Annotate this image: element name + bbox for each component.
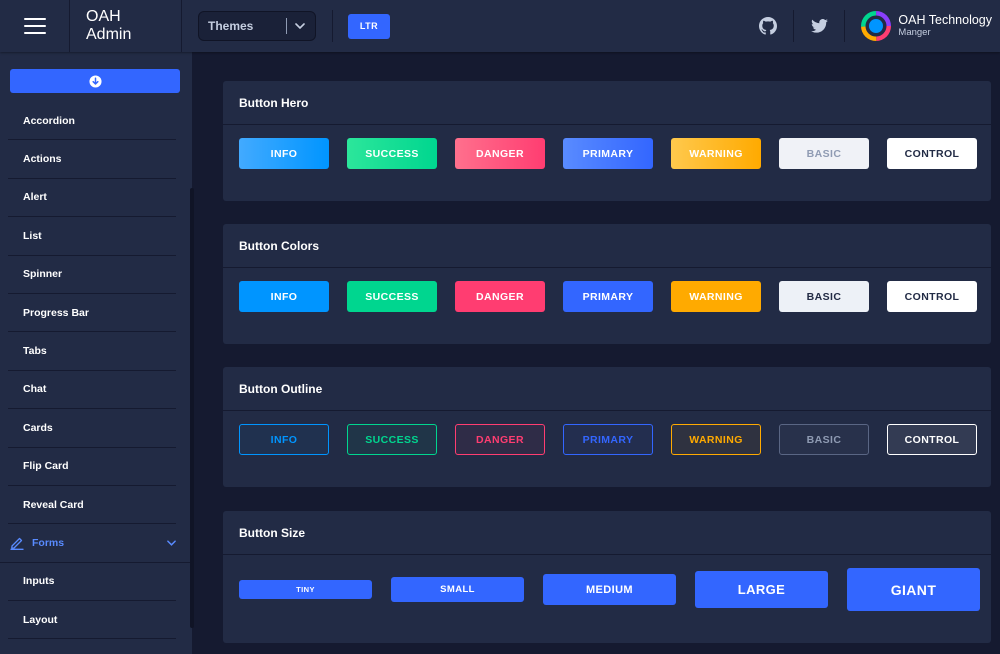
sidebar-item-inputs[interactable]: Inputs <box>8 563 176 602</box>
select-separator <box>286 18 287 34</box>
sidebar-item-alert[interactable]: Alert <box>8 179 176 218</box>
small-button[interactable]: SMALL <box>391 577 524 602</box>
outline-primary-button[interactable]: PRIMARY <box>563 424 653 455</box>
company-logo-icon <box>861 11 892 41</box>
button-row: INFO SUCCESS DANGER PRIMARY WARNING BASI… <box>239 424 977 455</box>
github-link[interactable] <box>743 0 793 52</box>
user-role: Manger <box>898 26 931 38</box>
hero-danger-button[interactable]: DANGER <box>455 138 545 169</box>
app-header: OAH Admin Themes LTR OAH Technology Mang… <box>0 0 1000 52</box>
sidebar-item-list[interactable]: List <box>8 217 176 256</box>
card-title: Button Size <box>223 511 991 555</box>
color-basic-button[interactable]: BASIC <box>779 281 869 312</box>
sidebar-item-reveal-card[interactable]: Reveal Card <box>8 486 176 525</box>
sidebar-item-tabs[interactable]: Tabs <box>8 332 176 371</box>
hero-info-button[interactable]: INFO <box>239 138 329 169</box>
sidebar-group-forms[interactable]: Forms <box>0 524 192 563</box>
sidebar-item-cards[interactable]: Cards <box>8 409 176 448</box>
outline-control-button[interactable]: CONTROL <box>887 424 977 455</box>
hero-primary-button[interactable]: PRIMARY <box>563 138 653 169</box>
app-brand[interactable]: OAH Admin <box>70 0 182 52</box>
large-button[interactable]: LARGE <box>695 571 828 608</box>
chevron-down-icon <box>295 23 305 29</box>
direction-toggle-button[interactable]: LTR <box>348 13 390 39</box>
edit-pencil-icon <box>10 536 24 550</box>
hero-basic-button[interactable]: BASIC <box>779 138 869 169</box>
sidebar-item-chat[interactable]: Chat <box>8 371 176 410</box>
size-button-row: TINY SMALL MEDIUM LARGE GIANT <box>239 568 980 611</box>
sidebar-item-layout[interactable]: Layout <box>8 601 176 640</box>
sidebar-toggle-button[interactable] <box>0 0 70 52</box>
user-info: OAH Technology Manger <box>898 12 992 39</box>
user-name: OAH Technology <box>898 12 992 27</box>
user-profile[interactable]: OAH Technology Manger <box>845 11 1000 41</box>
theme-select[interactable]: Themes <box>198 11 316 41</box>
button-colors-card: Button Colors INFO SUCCESS DANGER PRIMAR… <box>223 224 991 344</box>
sidebar-item-spinner[interactable]: Spinner <box>8 256 176 294</box>
header-divider <box>332 10 333 42</box>
card-title: Button Hero <box>223 81 991 125</box>
outline-success-button[interactable]: SUCCESS <box>347 424 437 455</box>
sidebar-group-label: Forms <box>32 536 65 549</box>
sidebar-item-actions[interactable]: Actions <box>8 140 176 179</box>
color-success-button[interactable]: SUCCESS <box>347 281 437 312</box>
button-outline-card: Button Outline INFO SUCCESS DANGER PRIMA… <box>223 367 991 487</box>
header-actions: OAH Technology Manger <box>743 0 1000 52</box>
button-row: INFO SUCCESS DANGER PRIMARY WARNING BASI… <box>239 138 977 169</box>
hero-warning-button[interactable]: WARNING <box>671 138 761 169</box>
color-warning-button[interactable]: WARNING <box>671 281 761 312</box>
sidebar-item-progress-bar[interactable]: Progress Bar <box>8 294 176 333</box>
outline-warning-button[interactable]: WARNING <box>671 424 761 455</box>
outline-info-button[interactable]: INFO <box>239 424 329 455</box>
button-row: INFO SUCCESS DANGER PRIMARY WARNING BASI… <box>239 281 977 312</box>
color-danger-button[interactable]: DANGER <box>455 281 545 312</box>
tiny-button[interactable]: TINY <box>239 580 372 599</box>
medium-button[interactable]: MEDIUM <box>543 574 676 605</box>
button-size-card: Button Size TINY SMALL MEDIUM LARGE GIAN… <box>223 511 991 643</box>
sidebar-item-flip-card[interactable]: Flip Card <box>8 448 176 486</box>
chevron-down-icon <box>167 540 176 546</box>
giant-button[interactable]: GIANT <box>847 568 980 611</box>
twitter-link[interactable] <box>794 0 844 52</box>
twitter-icon <box>811 19 828 33</box>
color-control-button[interactable]: CONTROL <box>887 281 977 312</box>
theme-select-value: Themes <box>208 19 254 33</box>
card-title: Button Colors <box>223 224 991 268</box>
button-hero-card: Button Hero INFO SUCCESS DANGER PRIMARY … <box>223 81 991 201</box>
card-title: Button Outline <box>223 367 991 411</box>
sidebar-menu: Accordion Actions Alert List Spinner Pro… <box>0 102 192 640</box>
github-icon <box>759 17 778 35</box>
sidebar-collapse-button[interactable] <box>10 69 180 93</box>
outline-basic-button[interactable]: BASIC <box>779 424 869 455</box>
main-content: Button Hero INFO SUCCESS DANGER PRIMARY … <box>192 52 1000 654</box>
hero-success-button[interactable]: SUCCESS <box>347 138 437 169</box>
color-primary-button[interactable]: PRIMARY <box>563 281 653 312</box>
hamburger-menu-icon <box>23 18 46 34</box>
outline-danger-button[interactable]: DANGER <box>455 424 545 455</box>
sidebar: Accordion Actions Alert List Spinner Pro… <box>0 52 192 654</box>
arrow-circle-down-icon <box>88 74 102 88</box>
sidebar-item-accordion[interactable]: Accordion <box>8 102 176 141</box>
color-info-button[interactable]: INFO <box>239 281 329 312</box>
hero-control-button[interactable]: CONTROL <box>887 138 977 169</box>
